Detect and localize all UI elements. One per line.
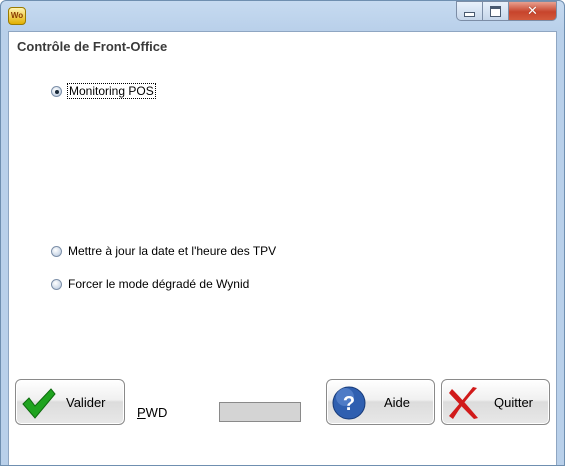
checkmark-icon	[22, 388, 56, 419]
help-label: Aide	[384, 395, 411, 410]
option-force-degraded-mode[interactable]: Forcer le mode dégradé de Wynid	[51, 277, 249, 291]
option-label: Forcer le mode dégradé de Wynid	[68, 277, 250, 291]
validate-label: Valider	[66, 395, 106, 410]
help-button[interactable]: ? Aide	[326, 379, 435, 425]
page-title: Contrôle de Front-Office	[17, 39, 168, 54]
app-window: Wo ✕ Contrôle de Front-Office Monitoring…	[0, 0, 565, 466]
title-bar[interactable]: Wo ✕	[1, 1, 564, 31]
help-icon: ?	[332, 386, 366, 420]
quit-label: Quitter	[494, 395, 534, 410]
close-icon: ✕	[527, 3, 538, 19]
minimize-icon	[464, 11, 475, 17]
radio-button[interactable]	[51, 245, 62, 257]
pwd-label: PWD	[137, 405, 168, 420]
option-update-date-time[interactable]: Mettre à jour la date et l'heure des TPV	[51, 244, 276, 258]
svg-text:?: ?	[343, 393, 355, 415]
radio-button-checked[interactable]	[51, 85, 62, 97]
option-label: Monitoring POS	[67, 83, 156, 99]
close-button[interactable]: ✕	[509, 1, 557, 21]
quit-x-icon	[449, 387, 478, 419]
option-label: Mettre à jour la date et l'heure des TPV	[68, 244, 277, 258]
minimize-button[interactable]	[456, 1, 483, 21]
maximize-button[interactable]	[483, 1, 509, 21]
maximize-icon	[490, 5, 501, 17]
app-icon[interactable]: Wo	[8, 7, 26, 25]
radio-button[interactable]	[51, 278, 62, 290]
pwd-input[interactable]	[219, 402, 301, 422]
option-monitoring-pos[interactable]: Monitoring POS	[51, 83, 156, 99]
quit-button[interactable]: Quitter	[441, 379, 550, 425]
validate-button[interactable]: Valider	[15, 379, 125, 425]
